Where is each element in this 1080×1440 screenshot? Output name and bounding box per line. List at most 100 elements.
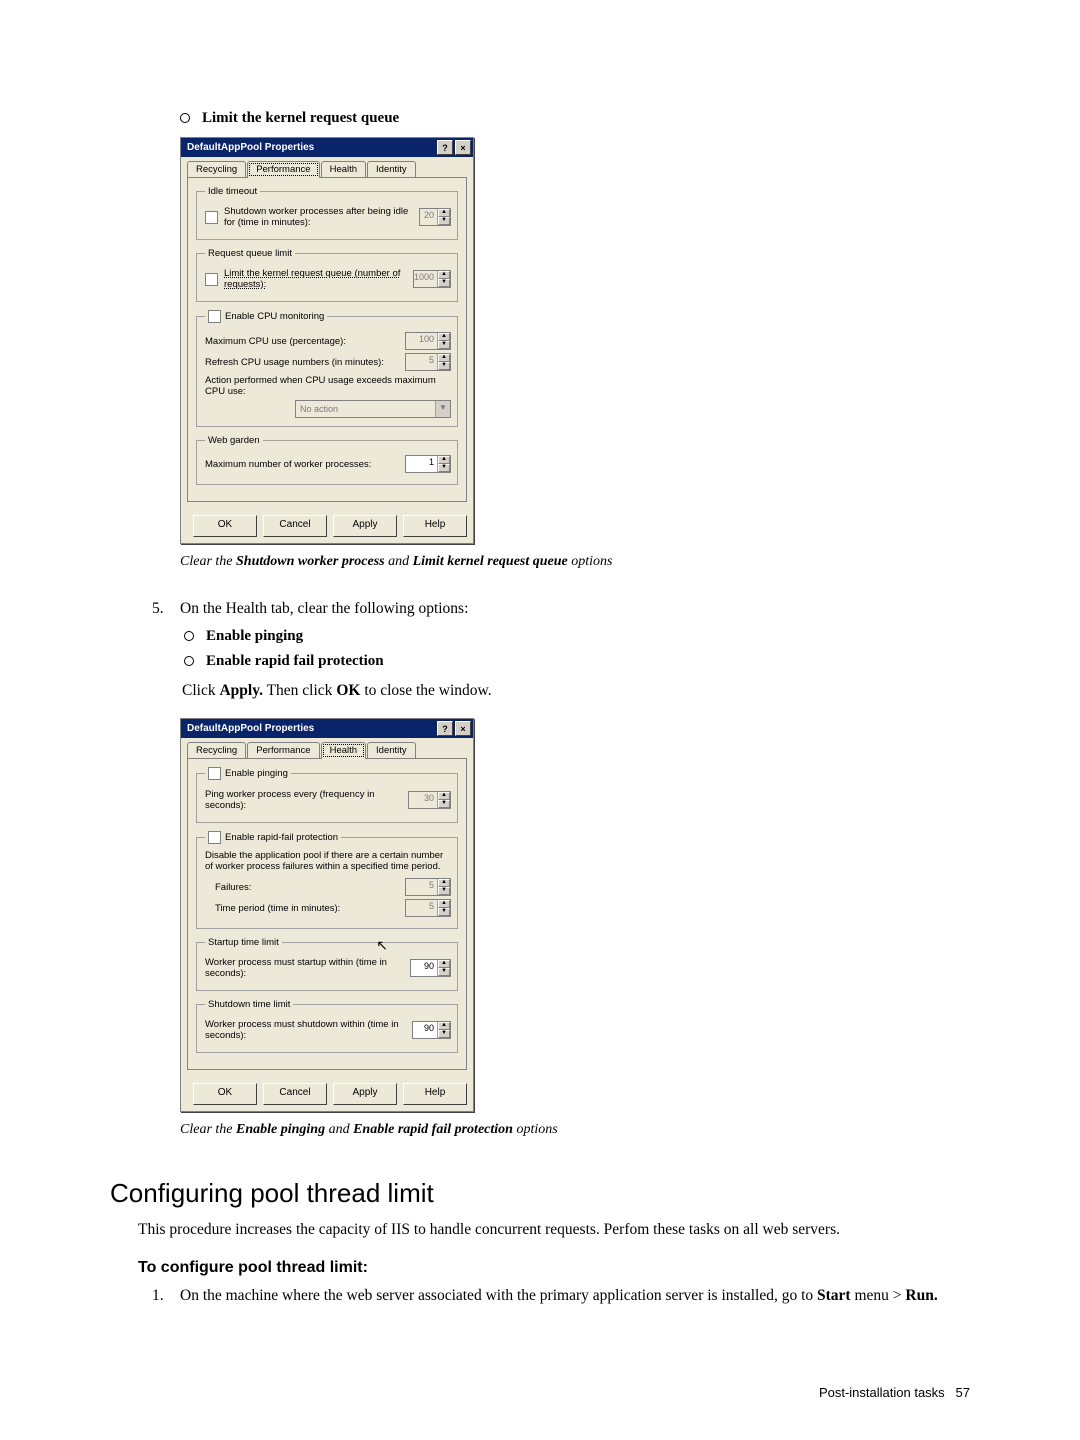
bullet-text: Limit the kernel request queue xyxy=(202,110,399,127)
chevron-up-icon[interactable]: ▲ xyxy=(438,792,450,800)
chevron-up-icon[interactable]: ▲ xyxy=(438,209,450,217)
label-max-cpu: Maximum CPU use (percentage): xyxy=(205,336,399,347)
checkbox-cpu[interactable] xyxy=(208,310,221,323)
click-apply-ok: Click Apply. Then click OK to close the … xyxy=(182,682,970,700)
chevron-up-icon[interactable]: ▲ xyxy=(438,960,450,968)
label-refresh-cpu: Refresh CPU usage numbers (in minutes): xyxy=(205,357,399,368)
chevron-down-icon[interactable]: ▼ xyxy=(438,887,450,895)
dialog-titlebar: DefaultAppPool Properties ? × xyxy=(181,719,473,738)
tab-identity[interactable]: Identity xyxy=(367,161,416,178)
group-web-garden: Web garden Maximum number of worker proc… xyxy=(196,435,458,485)
legend-cpu: Enable CPU monitoring xyxy=(205,310,327,323)
bullet-enable-rapid-fail: Enable rapid fail protection xyxy=(184,653,970,670)
chevron-down-icon[interactable]: ▼ xyxy=(435,401,450,417)
spinner-queue[interactable]: 1000 ▲▼ xyxy=(413,270,451,288)
close-icon[interactable]: × xyxy=(455,140,471,155)
chevron-up-icon[interactable]: ▲ xyxy=(438,1022,450,1030)
group-cpu-monitoring: Enable CPU monitoring Maximum CPU use (p… xyxy=(196,310,458,427)
legend-rapid: Enable rapid-fail protection xyxy=(205,831,341,844)
spinner-ping[interactable]: 30 ▲▼ xyxy=(408,791,451,809)
chevron-down-icon[interactable]: ▼ xyxy=(438,341,450,349)
checkbox-queue[interactable] xyxy=(205,273,218,286)
dialog-title: DefaultAppPool Properties xyxy=(187,142,435,153)
label-ping: Ping worker process every (frequency in … xyxy=(205,789,402,811)
group-request-queue: Request queue limit Limit the kernel req… xyxy=(196,248,458,302)
spinner-refresh-cpu[interactable]: 5 ▲▼ xyxy=(405,353,451,371)
rapid-description: Disable the application pool if there ar… xyxy=(205,850,451,872)
footer-section: Post-installation tasks xyxy=(819,1385,945,1400)
dropdown-cpu-action[interactable]: No action ▼ xyxy=(295,400,451,418)
label-garden: Maximum number of worker processes: xyxy=(205,459,399,470)
caption-dialog2: Clear the Enable pinging and Enable rapi… xyxy=(180,1122,970,1138)
tab-panel-performance: Idle timeout Shutdown worker processes a… xyxy=(187,177,467,502)
spinner-idle-value: 20 xyxy=(420,209,437,225)
page-footer: Post-installation tasks 57 xyxy=(110,1385,970,1400)
chevron-down-icon[interactable]: ▼ xyxy=(438,800,450,808)
bullet-enable-pinging: Enable pinging xyxy=(184,628,970,645)
chevron-up-icon[interactable]: ▲ xyxy=(438,333,450,341)
chevron-down-icon[interactable]: ▼ xyxy=(438,908,450,916)
tab-performance[interactable]: Performance xyxy=(247,742,319,759)
help-button[interactable]: Help xyxy=(403,515,467,537)
tab-performance[interactable]: Performance xyxy=(247,161,319,178)
step-1: 1. On the machine where the web server a… xyxy=(152,1287,970,1305)
tab-recycling[interactable]: Recycling xyxy=(187,742,246,759)
hollow-bullet-icon xyxy=(184,631,194,641)
chevron-down-icon[interactable]: ▼ xyxy=(438,1030,450,1038)
tab-health[interactable]: Health xyxy=(321,742,366,759)
legend-idle: Idle timeout xyxy=(205,186,260,197)
spinner-startup[interactable]: 90 ▲▼ xyxy=(410,959,451,977)
dialog-titlebar: DefaultAppPool Properties ? × xyxy=(181,138,473,157)
chevron-up-icon[interactable]: ▲ xyxy=(438,879,450,887)
ok-button[interactable]: OK xyxy=(193,1083,257,1105)
legend-garden: Web garden xyxy=(205,435,263,446)
chevron-down-icon[interactable]: ▼ xyxy=(438,217,450,225)
spinner-shutdown[interactable]: 90 ▲▼ xyxy=(412,1021,451,1039)
footer-page-number: 57 xyxy=(956,1385,970,1400)
chevron-up-icon[interactable]: ▲ xyxy=(438,456,450,464)
tab-health[interactable]: Health xyxy=(321,161,366,178)
step-text: On the Health tab, clear the following o… xyxy=(180,600,970,618)
close-icon[interactable]: × xyxy=(455,721,471,736)
step-5: 5. On the Health tab, clear the followin… xyxy=(152,600,970,618)
legend-startup: Startup time limit xyxy=(205,937,282,948)
help-icon[interactable]: ? xyxy=(437,721,453,736)
chevron-down-icon[interactable]: ▼ xyxy=(438,464,450,472)
spinner-garden[interactable]: 1 ▲▼ xyxy=(405,455,451,473)
cancel-button[interactable]: Cancel xyxy=(263,1083,327,1105)
help-icon[interactable]: ? xyxy=(437,140,453,155)
spinner-max-cpu[interactable]: 100 ▲▼ xyxy=(405,332,451,350)
chevron-up-icon[interactable]: ▲ xyxy=(438,354,450,362)
spinner-idle[interactable]: 20 ▲▼ xyxy=(419,208,451,226)
checkbox-idle[interactable] xyxy=(205,211,218,224)
tab-strip: Recycling Performance Health Identity xyxy=(181,738,473,759)
chevron-down-icon[interactable]: ▼ xyxy=(438,968,450,976)
dialog-button-row: OK Cancel Apply Help xyxy=(181,1077,473,1111)
hollow-bullet-icon xyxy=(184,656,194,666)
spinner-failures[interactable]: 5 ▲▼ xyxy=(405,878,451,896)
spinner-period[interactable]: 5 ▲▼ xyxy=(405,899,451,917)
cancel-button[interactable]: Cancel xyxy=(263,515,327,537)
chevron-up-icon[interactable]: ▲ xyxy=(438,900,450,908)
group-shutdown-limit: Shutdown time limit Worker process must … xyxy=(196,999,458,1053)
checkbox-rapid[interactable] xyxy=(208,831,221,844)
chevron-down-icon[interactable]: ▼ xyxy=(438,279,450,287)
group-rapid-fail: Enable rapid-fail protection Disable the… xyxy=(196,831,458,929)
tab-panel-health: Enable pinging Ping worker process every… xyxy=(187,758,467,1070)
dialog-health: DefaultAppPool Properties ? × Recycling … xyxy=(180,718,474,1112)
help-button[interactable]: Help xyxy=(403,1083,467,1105)
dialog-performance: DefaultAppPool Properties ? × Recycling … xyxy=(180,137,474,544)
legend-queue: Request queue limit xyxy=(205,248,295,259)
spinner-queue-value: 1000 xyxy=(414,271,437,287)
checkbox-ping[interactable] xyxy=(208,767,221,780)
bullet-limit-kernel: Limit the kernel request queue xyxy=(180,110,970,127)
ok-button[interactable]: OK xyxy=(193,515,257,537)
chevron-up-icon[interactable]: ▲ xyxy=(438,271,450,279)
chevron-down-icon[interactable]: ▼ xyxy=(438,362,450,370)
apply-button[interactable]: Apply xyxy=(333,515,397,537)
hollow-bullet-icon xyxy=(180,113,190,123)
apply-button[interactable]: Apply xyxy=(333,1083,397,1105)
tab-identity[interactable]: Identity xyxy=(367,742,416,759)
sub-heading-configure: To configure pool thread limit: xyxy=(138,1259,970,1277)
tab-recycling[interactable]: Recycling xyxy=(187,161,246,178)
